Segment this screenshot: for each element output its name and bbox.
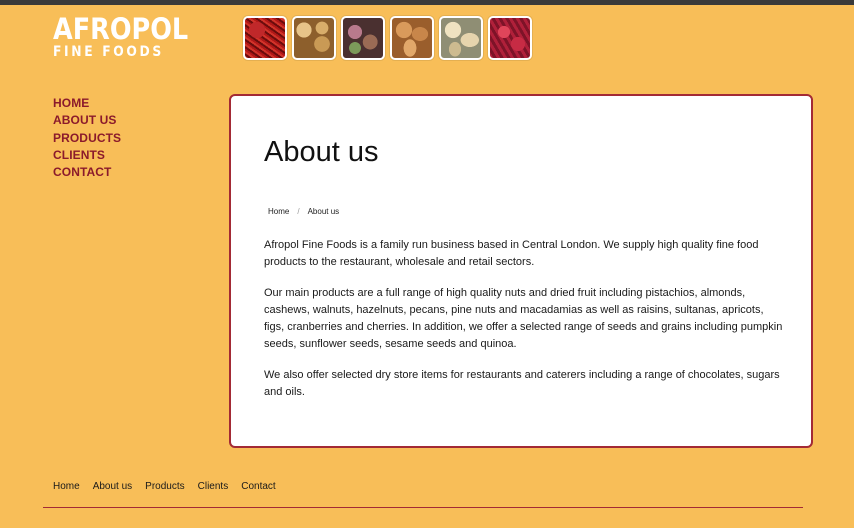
brand-logo[interactable]: AFROPOL FINE FOODS: [53, 14, 207, 60]
nav-item-about-us[interactable]: ABOUT US: [53, 112, 121, 129]
top-bar: [0, 0, 854, 5]
about-content: Afropol Fine Foods is a family run busin…: [264, 237, 784, 415]
nav-item-clients[interactable]: CLIENTS: [53, 147, 121, 164]
main-navigation: HOME ABOUT US PRODUCTS CLIENTS CONTACT: [53, 95, 121, 181]
footer-navigation: Home About us Products Clients Contact: [53, 481, 289, 492]
footer-link-clients[interactable]: Clients: [198, 481, 229, 492]
pistachios-image: [341, 16, 385, 60]
nav-item-home[interactable]: HOME: [53, 95, 121, 112]
cashews-image: [439, 16, 483, 60]
almonds-image: [390, 16, 434, 60]
about-paragraph-intro: Afropol Fine Foods is a family run busin…: [264, 239, 759, 268]
cranberries-image: [488, 16, 532, 60]
footer-divider: [43, 507, 803, 508]
about-paragraph-products: Our main products are a full range of hi…: [264, 287, 783, 350]
breadcrumb-home-link[interactable]: Home: [268, 207, 289, 216]
breadcrumb-separator: /: [297, 207, 300, 216]
saffron-image: [243, 16, 287, 60]
breadcrumb-current: About us: [307, 207, 340, 216]
nav-item-contact[interactable]: CONTACT: [53, 164, 121, 181]
brand-tagline: FINE FOODS: [53, 44, 164, 60]
footer-link-products[interactable]: Products: [145, 481, 184, 492]
footer-link-contact[interactable]: Contact: [241, 481, 275, 492]
brand-name: AFROPOL: [53, 12, 189, 46]
content-card: About us Home / About us Afropol Fine Food…: [229, 94, 813, 448]
footer-link-home[interactable]: Home: [53, 481, 80, 492]
nav-item-products[interactable]: PRODUCTS: [53, 130, 121, 147]
about-paragraph-dry-store: We also offer selected dry store items f…: [264, 369, 780, 398]
footer-link-about-us[interactable]: About us: [93, 481, 132, 492]
walnuts-image: [292, 16, 336, 60]
breadcrumb: Home / About us: [268, 207, 339, 216]
page-title: About us: [264, 136, 379, 168]
header-image-strip: [243, 16, 532, 60]
